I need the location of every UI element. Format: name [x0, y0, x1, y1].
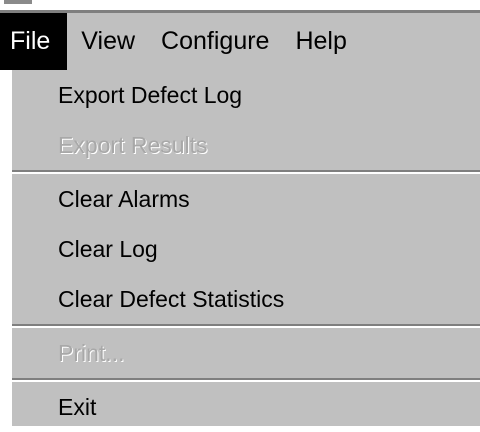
menu-configure[interactable]: Configure — [147, 13, 281, 70]
menu-item-clear-log[interactable]: Clear Log — [12, 224, 480, 274]
menu-bar: File View Configure Help — [0, 13, 480, 70]
menu-item-clear-alarms[interactable]: Clear Alarms — [12, 174, 480, 224]
menu-item-print: Print... — [58, 339, 125, 366]
window-title-sliver — [4, 0, 32, 4]
menu-view[interactable]: View — [67, 13, 147, 70]
menu-item-exit[interactable]: Exit — [12, 382, 480, 432]
menu-file[interactable]: File — [0, 13, 68, 70]
menu-item-export-results: Export Results — [58, 131, 208, 158]
menu-help[interactable]: Help — [281, 13, 358, 70]
file-menu-dropdown: Export Defect Log Export Results Clear A… — [10, 70, 480, 426]
menu-item-clear-defect-statistics[interactable]: Clear Defect Statistics — [12, 274, 480, 324]
menu-item-export-defect-log[interactable]: Export Defect Log — [12, 70, 480, 120]
window-top-edge — [0, 0, 480, 13]
